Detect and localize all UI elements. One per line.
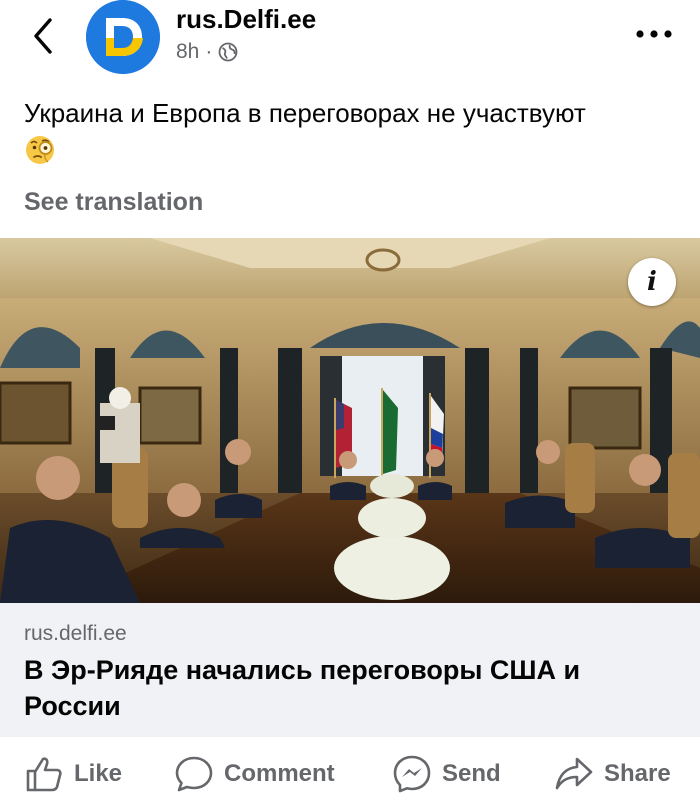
post-photo[interactable]: [0, 238, 700, 603]
post-text: Украина и Европа в переговорах не участв…: [24, 96, 674, 165]
chevron-left-icon: [34, 18, 52, 54]
thumbs-up-icon: [26, 757, 62, 792]
post-time[interactable]: 8h: [176, 40, 199, 64]
post-meta: 8h ·: [176, 40, 238, 64]
share-label: Share: [604, 760, 671, 787]
send-label: Send: [442, 760, 501, 787]
comment-bubble-icon: [175, 756, 213, 792]
like-button[interactable]: Like: [24, 754, 122, 794]
send-button[interactable]: Send: [392, 754, 501, 794]
more-options-button[interactable]: [632, 22, 676, 46]
page-avatar[interactable]: [86, 0, 160, 74]
meta-separator: ·: [205, 40, 213, 63]
share-button[interactable]: Share: [554, 754, 671, 794]
info-icon: i: [647, 267, 657, 297]
globe-icon: [218, 42, 238, 62]
like-label: Like: [74, 760, 123, 787]
back-button[interactable]: [24, 14, 64, 58]
info-button[interactable]: i: [628, 258, 676, 306]
delfi-logo-icon: [86, 0, 160, 74]
comment-button[interactable]: Comment: [174, 754, 335, 794]
link-domain[interactable]: rus.delfi.ee: [24, 622, 127, 646]
more-dots-icon: [636, 30, 672, 38]
action-bar: Like Comment Send Share: [0, 740, 700, 808]
comment-label: Comment: [224, 760, 335, 787]
post-header: rus.Delfi.ee 8h ·: [0, 0, 700, 86]
see-translation-link[interactable]: See translation: [24, 188, 203, 217]
share-arrow-icon: [555, 757, 593, 790]
meeting-room-photo: [0, 238, 700, 603]
messenger-icon: [393, 755, 431, 793]
post-message: Украина и Европа в переговорах не участв…: [24, 98, 586, 128]
face-with-monocle-emoji: [26, 136, 54, 165]
page-name[interactable]: rus.Delfi.ee: [176, 4, 316, 35]
link-title[interactable]: В Эр-Рияде начались переговоры США и Рос…: [24, 652, 664, 724]
